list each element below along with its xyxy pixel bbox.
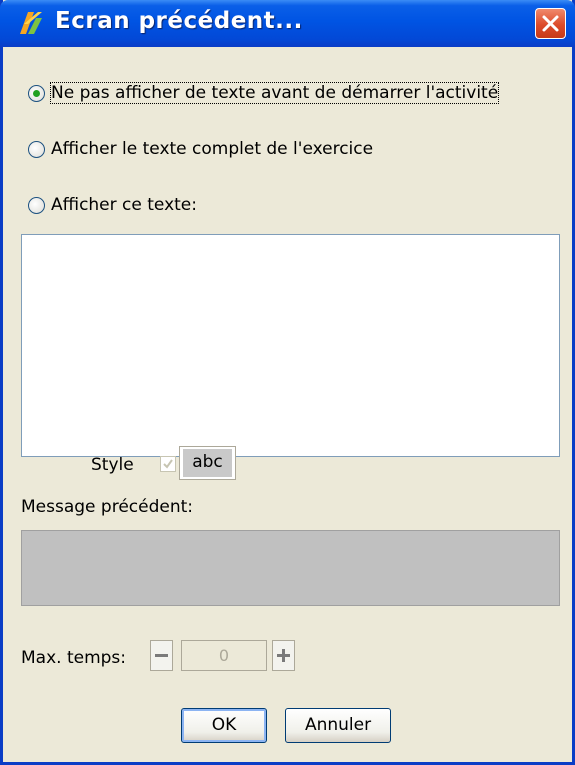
close-icon [542, 15, 559, 32]
style-button-label: abc [183, 449, 232, 477]
close-button[interactable] [535, 8, 566, 39]
max-time-field[interactable]: 0 [181, 640, 267, 671]
window-title: Ecran précédent... [55, 8, 303, 34]
dialog-window: Ecran précédent... Ne pas afficher de te… [0, 0, 575, 765]
style-label: Style [91, 455, 134, 475]
increment-button[interactable] [272, 640, 295, 671]
check-icon [163, 459, 173, 469]
option-full-text-label: Afficher le texte complet de l'exercice [51, 139, 374, 159]
app-icon [18, 10, 44, 36]
max-time-label: Max. temps: [21, 648, 127, 668]
radio-custom-text[interactable] [28, 196, 45, 214]
radio-full-text[interactable] [28, 140, 45, 158]
option-custom-text-label: Afficher ce texte: [51, 195, 197, 215]
style-checkbox[interactable] [160, 456, 176, 472]
message-label: Message précédent: [21, 497, 194, 517]
message-field[interactable] [21, 530, 560, 606]
custom-text-area[interactable] [21, 234, 560, 457]
title-bar[interactable]: Ecran précédent... [0, 0, 575, 47]
style-button[interactable]: abc [179, 446, 236, 480]
minus-icon [155, 654, 168, 657]
option-no-text-label: Ne pas afficher de texte avant de démarr… [49, 82, 500, 104]
radio-no-text[interactable] [28, 84, 45, 102]
option-no-text[interactable]: Ne pas afficher de texte avant de démarr… [28, 79, 500, 107]
plus-icon [277, 649, 290, 662]
ok-button[interactable]: OK [181, 708, 267, 743]
cancel-button[interactable]: Annuler [285, 708, 391, 743]
option-full-text[interactable]: Afficher le texte complet de l'exercice [28, 135, 373, 163]
option-custom-text[interactable]: Afficher ce texte: [28, 191, 197, 219]
decrement-button[interactable] [150, 640, 173, 671]
